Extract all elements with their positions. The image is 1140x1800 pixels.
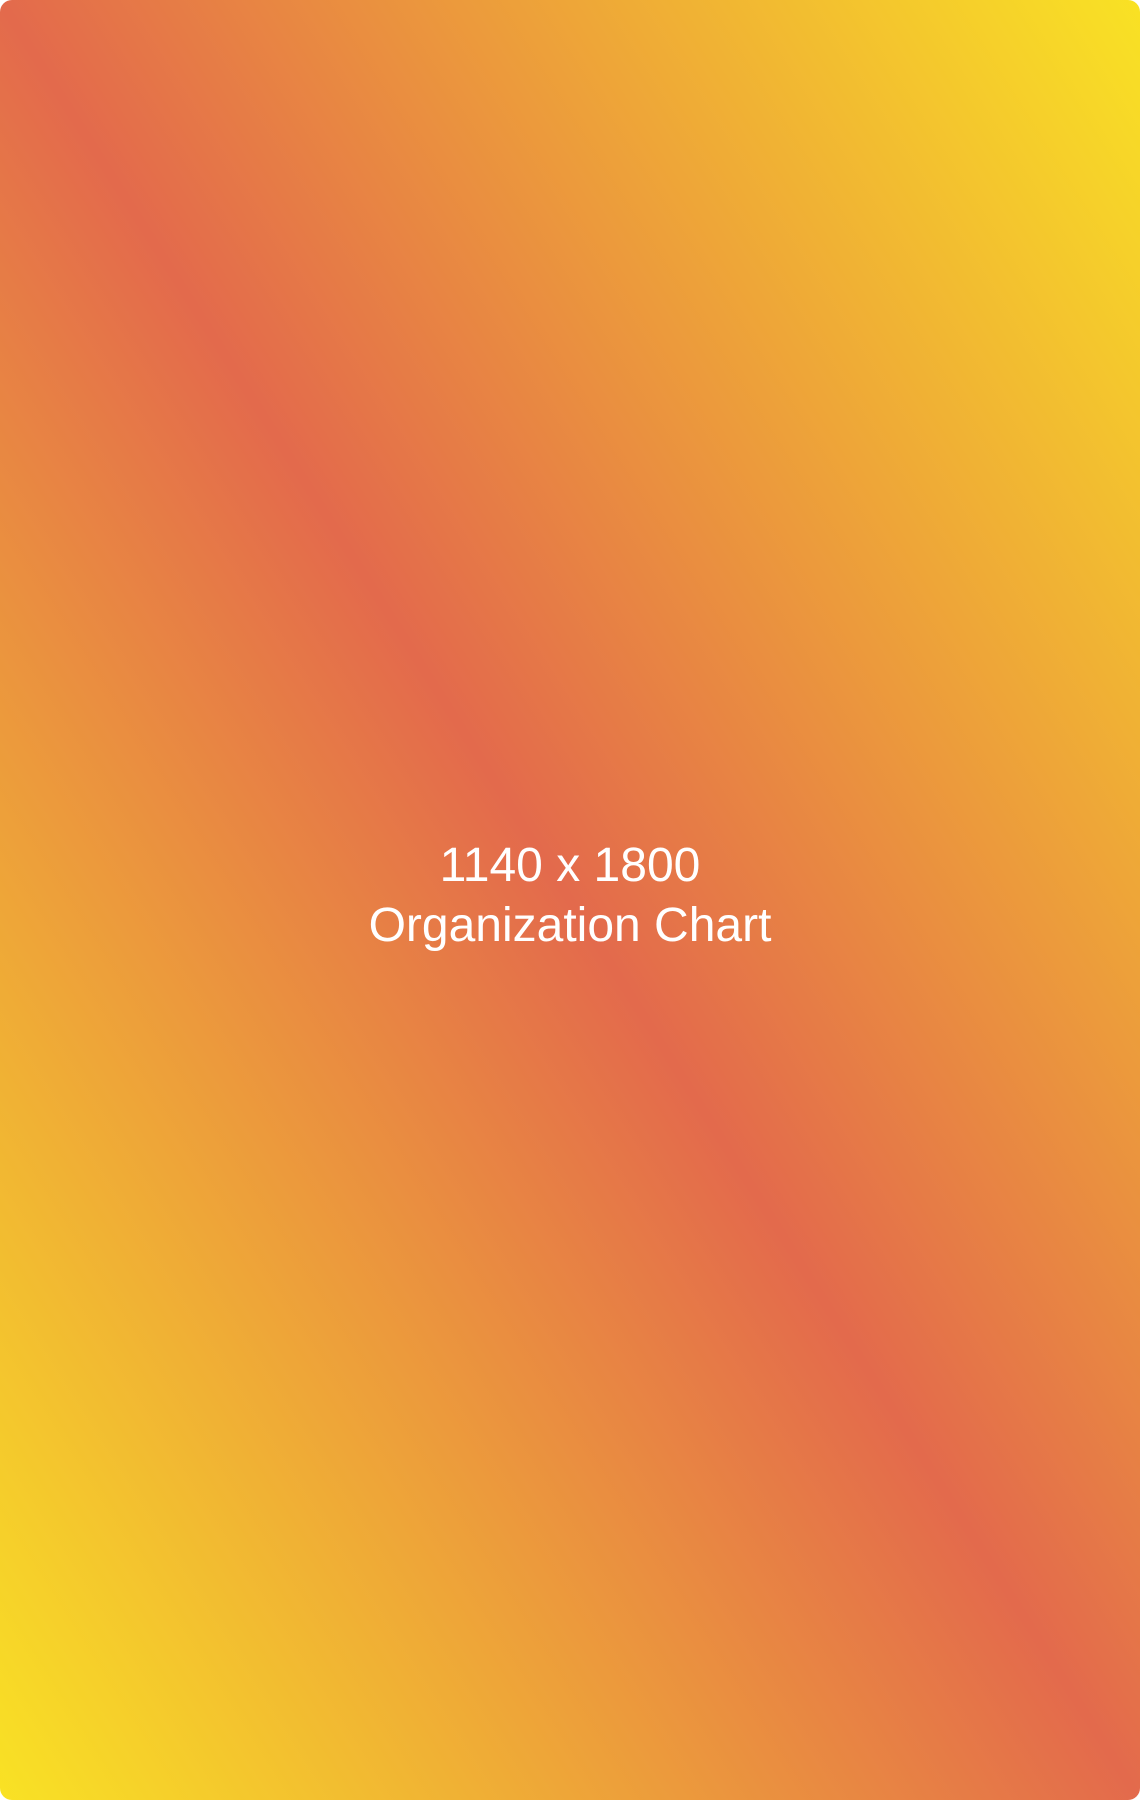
- placeholder-image: 1140 x 1800 Organization Chart: [0, 0, 1140, 1800]
- placeholder-caption: 1140 x 1800 Organization Chart: [0, 836, 1140, 956]
- placeholder-dimensions: 1140 x 1800: [439, 839, 701, 892]
- placeholder-label: Organization Chart: [368, 899, 772, 952]
